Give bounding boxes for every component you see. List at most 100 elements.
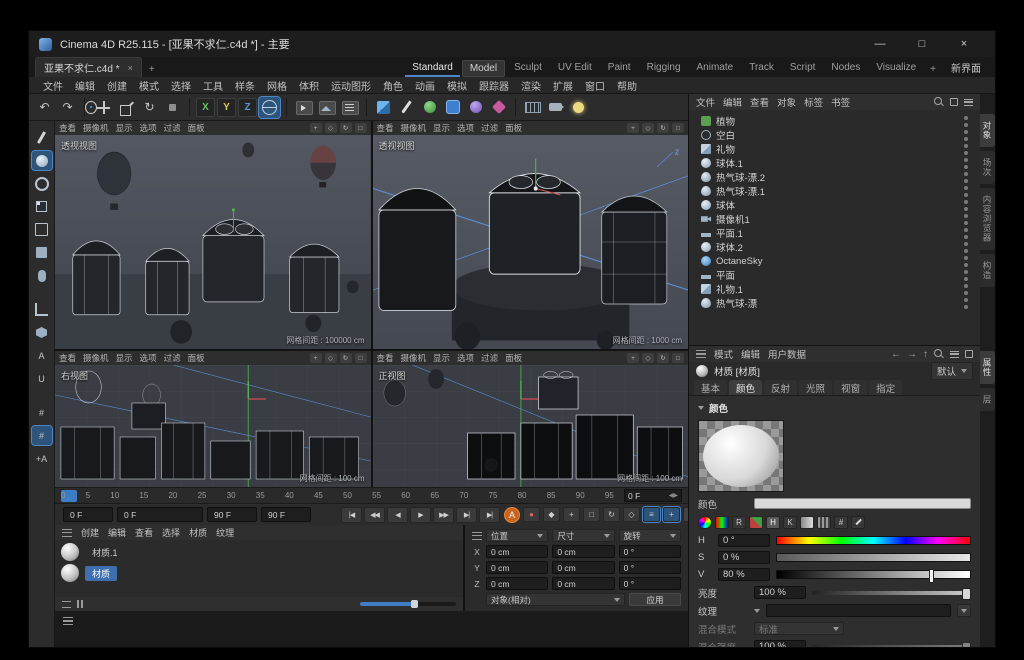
prev-frame-button[interactable]: ◀: [387, 507, 408, 523]
viewport-menu[interactable]: 过滤: [481, 352, 498, 364]
goto-end-button[interactable]: ▶|: [479, 507, 500, 523]
rotate-view-icon[interactable]: ↻: [340, 123, 352, 133]
document-tab[interactable]: 亚果不求仁.c4d * ×: [35, 57, 142, 77]
hsv-value-field[interactable]: 0 °: [718, 534, 770, 547]
thumbnail-size-slider[interactable]: [360, 602, 456, 606]
visibility-dots-icon[interactable]: [964, 228, 968, 239]
primitive-cube-button[interactable]: [373, 97, 394, 118]
maximize-view-icon[interactable]: □: [672, 123, 684, 133]
record-scale-button[interactable]: □: [583, 507, 600, 522]
new-interface-button[interactable]: 新界面: [943, 58, 989, 77]
up-icon[interactable]: ↑: [923, 349, 928, 360]
start-frame-field[interactable]: 0 F: [117, 507, 203, 522]
hsv-value-field[interactable]: 80 %: [718, 568, 770, 581]
viewport-menu[interactable]: 面板: [188, 352, 205, 364]
move-tool[interactable]: [93, 97, 114, 118]
material-menu-item[interactable]: 创建: [81, 526, 99, 539]
dock-tab[interactable]: 对象: [980, 114, 995, 147]
solo-mode-button[interactable]: [32, 323, 52, 342]
current-frame-field[interactable]: 0 F: [63, 507, 113, 522]
layout-tab[interactable]: Standard: [405, 60, 460, 77]
material-channel-tab[interactable]: 颜色: [729, 380, 762, 395]
rotation-field[interactable]: 0 °: [619, 577, 681, 590]
viewport-menu[interactable]: 选项: [457, 352, 474, 364]
dock-tab[interactable]: 层: [980, 388, 995, 412]
render-settings-button[interactable]: [339, 97, 360, 118]
viewport-perspective-1[interactable]: 查看摄像机显示选项过滤面板 +◇↻□: [55, 121, 371, 349]
object-menu-item[interactable]: 编辑: [723, 95, 742, 109]
preview-end-field[interactable]: 90 F: [261, 507, 311, 522]
coordinate-target-dropdown[interactable]: 对象(相对): [486, 593, 625, 606]
record-position-button[interactable]: +: [563, 507, 580, 522]
dock-tab[interactable]: 构造: [980, 254, 995, 287]
last-used-tool[interactable]: [162, 97, 183, 118]
viewport-right[interactable]: 查看摄像机显示选项过滤面板 +◇↻□: [55, 351, 371, 487]
pan-view-icon[interactable]: +: [627, 123, 639, 133]
pan-view-icon[interactable]: +: [310, 353, 322, 363]
dock-tab[interactable]: 属性: [980, 351, 995, 384]
viewport-menu[interactable]: 显示: [116, 122, 133, 134]
hex-mode-button[interactable]: #: [834, 516, 848, 529]
viewport-perspective-2[interactable]: 查看摄像机显示选项过滤面板 +◇↻□ z: [373, 121, 689, 349]
position-field[interactable]: 0 cm: [486, 577, 548, 590]
coordinate-column-dropdown[interactable]: 尺寸: [552, 529, 614, 542]
toolbar-separator[interactable]: [366, 98, 367, 116]
scale-tool[interactable]: [116, 97, 137, 118]
object-menu-item[interactable]: 查看: [750, 95, 769, 109]
record-keyframe-button[interactable]: ●: [523, 507, 540, 522]
menu-item[interactable]: 网格: [261, 78, 293, 93]
magnet-snap-button[interactable]: U: [32, 369, 52, 388]
viewport-menu[interactable]: 选项: [457, 122, 474, 134]
material-menu-item[interactable]: 纹理: [216, 526, 234, 539]
layout-tab[interactable]: Nodes: [824, 60, 867, 77]
zoom-view-icon[interactable]: ◇: [642, 353, 654, 363]
material-thumbnail[interactable]: [61, 543, 79, 561]
object-tree-item[interactable]: 植物: [689, 114, 980, 128]
viewport-canvas[interactable]: z: [373, 135, 689, 349]
layout-tab[interactable]: Track: [742, 60, 781, 77]
object-tree-item[interactable]: 礼物.1: [689, 282, 980, 296]
render-picture-viewer-button[interactable]: [316, 97, 337, 118]
viewport-solo-button[interactable]: A: [32, 346, 52, 365]
viewport-menu[interactable]: 摄像机: [401, 352, 427, 364]
menu-item[interactable]: 模式: [133, 78, 165, 93]
autokey-button[interactable]: A: [504, 507, 520, 523]
visibility-dots-icon[interactable]: [964, 172, 968, 183]
frame-spinner-icon[interactable]: ◀▶: [669, 492, 678, 499]
mograph-button[interactable]: [419, 97, 440, 118]
viewport-menu[interactable]: 查看: [59, 122, 76, 134]
rotation-field[interactable]: 0 °: [619, 545, 681, 558]
hsv-gradient-slider[interactable]: [776, 536, 971, 545]
strip-separator[interactable]: [32, 289, 52, 296]
material-item[interactable]: 材质: [61, 564, 457, 582]
workplane-snap-button[interactable]: +A: [32, 449, 52, 468]
mix-strength-slider[interactable]: [812, 645, 971, 648]
viewport-menu[interactable]: 面板: [188, 122, 205, 134]
material-menu-item[interactable]: 材质: [189, 526, 207, 539]
menu-item[interactable]: 工具: [197, 78, 229, 93]
swatch-mode-icon[interactable]: [749, 516, 763, 529]
viewport-menu[interactable]: 过滤: [164, 352, 181, 364]
render-view-button[interactable]: [293, 97, 314, 118]
viewport-menu[interactable]: 查看: [377, 122, 394, 134]
visibility-dots-icon[interactable]: [964, 158, 968, 169]
viewport-canvas[interactable]: [373, 365, 689, 487]
viewport-menu[interactable]: 查看: [377, 352, 394, 364]
fields-button[interactable]: [465, 97, 486, 118]
deformer-button[interactable]: [488, 97, 509, 118]
material-menu-item[interactable]: 编辑: [108, 526, 126, 539]
material-channel-tab[interactable]: 视窗: [834, 380, 867, 395]
coordinate-column-dropdown[interactable]: 旋转: [619, 529, 681, 542]
viewport-menu[interactable]: 过滤: [481, 122, 498, 134]
panel-menu-icon[interactable]: [62, 529, 72, 537]
size-field[interactable]: 0 cm: [552, 545, 614, 558]
autokey-mode-toggle[interactable]: +: [663, 507, 680, 522]
color-picker-icon[interactable]: [851, 516, 865, 529]
camera-button[interactable]: [545, 97, 566, 118]
menu-item[interactable]: 运动图形: [325, 78, 377, 93]
object-tree-item[interactable]: 球体.2: [689, 240, 980, 254]
material-thumbnail[interactable]: [61, 564, 79, 582]
attribute-menu-item[interactable]: 用户数据: [768, 347, 806, 361]
object-tree-item[interactable]: 球体: [689, 198, 980, 212]
menu-item[interactable]: 选择: [165, 78, 197, 93]
